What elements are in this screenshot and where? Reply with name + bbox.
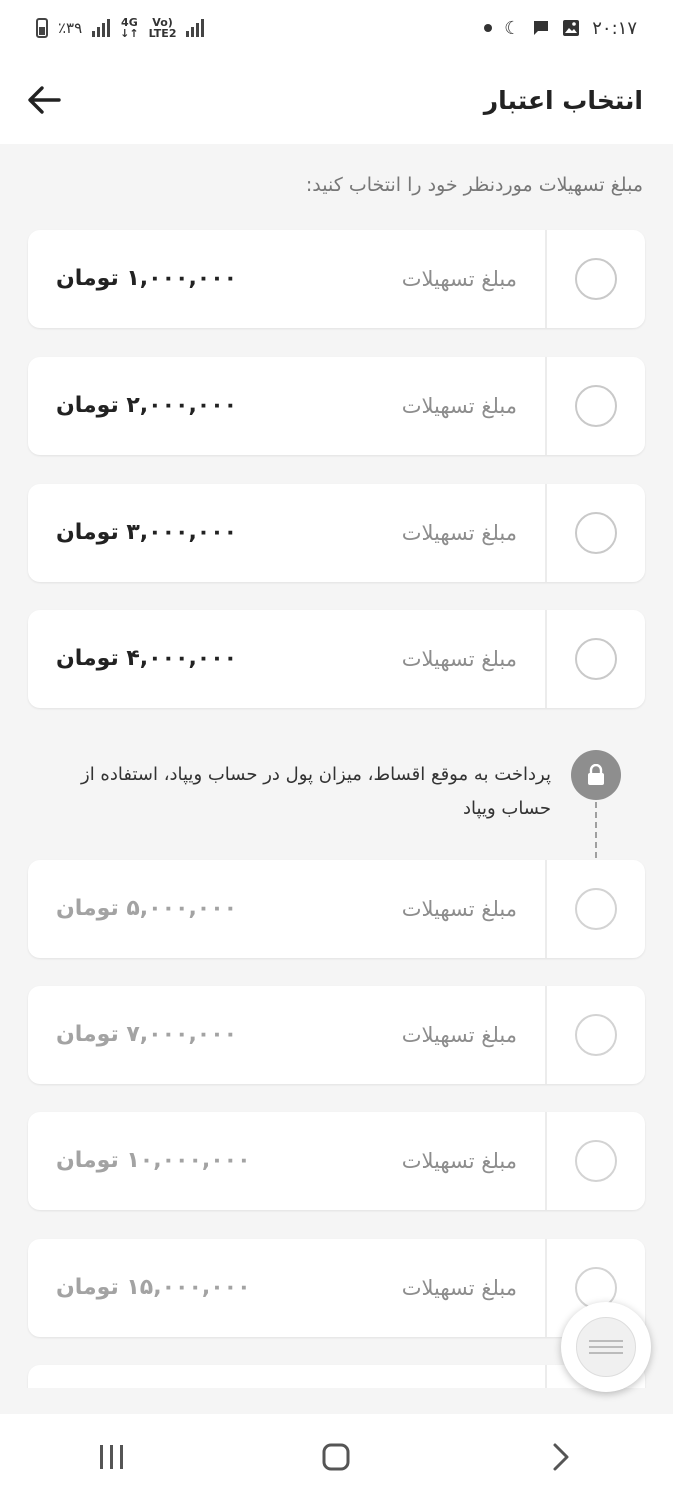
home-button[interactable] — [306, 1427, 366, 1487]
locked-credit-option-card[interactable]: مبلغ تسهیلات ۵,۰۰۰,۰۰۰ تومان — [28, 860, 645, 958]
option-label: مبلغ تسهیلات — [401, 647, 517, 671]
option-amount: ۷,۰۰۰,۰۰۰ تومان — [56, 1022, 238, 1047]
back-nav-button[interactable] — [531, 1427, 591, 1487]
notification-dot-icon — [484, 24, 493, 32]
lock-badge — [571, 750, 621, 800]
battery-percent: ٪۳۹ — [58, 19, 83, 37]
recent-apps-icon — [100, 1445, 124, 1469]
option-amount: ۵,۰۰۰,۰۰۰ تومان — [56, 896, 238, 921]
clock: ۲۰:۱۷ — [592, 17, 637, 39]
status-right: ☾ ۲۰:۱۷ — [484, 18, 637, 39]
battery-icon — [36, 18, 48, 38]
option-label: مبلغ تسهیلات — [401, 1149, 517, 1173]
option-amount: ۱۰,۰۰۰,۰۰۰ تومان — [56, 1148, 251, 1173]
volte-indicator: Vo) LTE2 — [149, 17, 177, 39]
content-area: مبلغ تسهیلات موردنظر خود را انتخاب کنید:… — [0, 144, 673, 1388]
moon-icon: ☾ — [504, 17, 521, 39]
radio-zone — [545, 230, 645, 328]
radio-zone — [545, 986, 645, 1084]
locked-credit-option-card-partial[interactable] — [28, 1365, 645, 1388]
option-amount: ۴,۰۰۰,۰۰۰ تومان — [56, 646, 238, 671]
radio-button[interactable] — [575, 258, 617, 300]
home-icon — [322, 1443, 350, 1471]
recent-apps-button[interactable] — [82, 1427, 142, 1487]
back-button[interactable] — [24, 80, 64, 120]
radio-zone — [545, 484, 645, 582]
radio-zone — [545, 860, 645, 958]
status-bar: ٪۳۹ 4G ↓↑ Vo) LTE2 ☾ ۲۰:۱۷ — [0, 0, 673, 56]
option-label: مبلغ تسهیلات — [401, 394, 517, 418]
arrow-left-icon — [28, 86, 61, 114]
option-label: مبلغ تسهیلات — [401, 521, 517, 545]
option-amount: ۱,۰۰۰,۰۰۰ تومان — [56, 266, 238, 291]
system-nav-bar — [0, 1414, 673, 1500]
signal-icon-2 — [186, 19, 205, 37]
credit-option-card[interactable]: مبلغ تسهیلات ۳,۰۰۰,۰۰۰ تومان — [28, 484, 645, 582]
locked-credit-option-card[interactable]: مبلغ تسهیلات ۱۰,۰۰۰,۰۰۰ تومان — [28, 1112, 645, 1210]
radio-zone — [545, 357, 645, 455]
radio-button[interactable] — [575, 512, 617, 554]
credit-option-card[interactable]: مبلغ تسهیلات ۱,۰۰۰,۰۰۰ تومان — [28, 230, 645, 328]
gallery-icon — [563, 20, 580, 36]
network-type: 4G — [121, 16, 138, 29]
floating-support-button[interactable] — [561, 1302, 651, 1392]
option-label: مبلغ تسهیلات — [401, 1276, 517, 1300]
locked-credit-option-card[interactable]: مبلغ تسهیلات ۱۵,۰۰۰,۰۰۰ تومان — [28, 1239, 645, 1337]
credit-option-card[interactable]: مبلغ تسهیلات ۴,۰۰۰,۰۰۰ تومان — [28, 610, 645, 708]
credit-option-card[interactable]: مبلغ تسهیلات ۲,۰۰۰,۰۰۰ تومان — [28, 357, 645, 455]
dashed-connector — [595, 802, 597, 858]
radio-button[interactable] — [575, 888, 617, 930]
locked-credit-option-card[interactable]: مبلغ تسهیلات ۷,۰۰۰,۰۰۰ تومان — [28, 986, 645, 1084]
radio-zone — [545, 1112, 645, 1210]
lock-notice-text: پرداخت به موقع اقساط، میزان پول در حساب … — [81, 764, 551, 819]
radio-zone — [545, 610, 645, 708]
page-title: انتخاب اعتبار — [483, 85, 643, 115]
chevron-right-icon — [553, 1443, 569, 1471]
signal-icon — [92, 19, 111, 37]
status-left: ٪۳۹ 4G ↓↑ Vo) LTE2 — [36, 16, 205, 40]
option-label: مبلغ تسهیلات — [401, 897, 517, 921]
radio-button[interactable] — [575, 638, 617, 680]
lte-label: LTE2 — [148, 27, 177, 40]
message-icon — [534, 21, 549, 35]
network-indicator: 4G ↓↑ — [120, 16, 139, 40]
option-amount: ۲,۰۰۰,۰۰۰ تومان — [56, 393, 238, 418]
support-thumbnail-icon — [576, 1317, 636, 1377]
lock-notice: پرداخت به موقع اقساط، میزان پول در حساب … — [28, 750, 645, 858]
option-amount: ۱۵,۰۰۰,۰۰۰ تومان — [56, 1275, 251, 1300]
radio-button[interactable] — [575, 1014, 617, 1056]
radio-button[interactable] — [575, 385, 617, 427]
option-amount: ۳,۰۰۰,۰۰۰ تومان — [56, 520, 238, 545]
app-header: انتخاب اعتبار — [0, 56, 673, 144]
instruction-text: مبلغ تسهیلات موردنظر خود را انتخاب کنید: — [305, 174, 643, 196]
option-label: مبلغ تسهیلات — [401, 1023, 517, 1047]
lock-icon — [588, 764, 604, 785]
radio-button[interactable] — [575, 1140, 617, 1182]
option-label: مبلغ تسهیلات — [401, 267, 517, 291]
